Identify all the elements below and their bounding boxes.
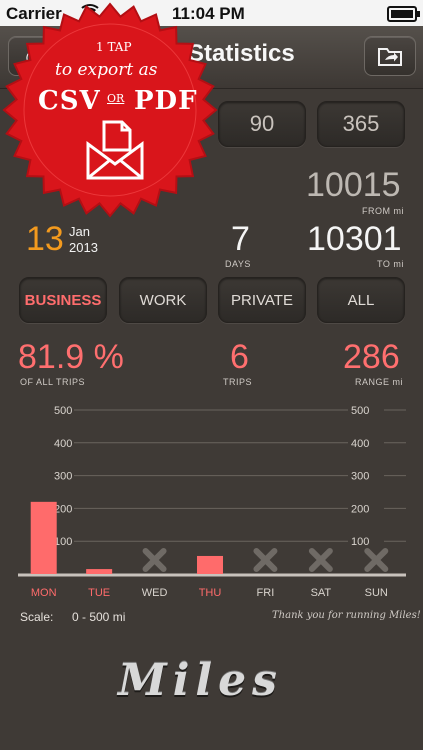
- from-mileage-label: FROM mi: [362, 206, 404, 216]
- y-tick-label-left: 200: [54, 503, 72, 515]
- period-label: 90: [249, 111, 275, 136]
- period-button-365[interactable]: 365: [317, 101, 405, 147]
- x-tick-label-thu: THU: [199, 587, 222, 599]
- bar-mon: [30, 501, 57, 574]
- range-label: RANGE mi: [355, 377, 404, 387]
- period-button-90[interactable]: 90: [218, 101, 306, 147]
- y-tick-label-right: 500: [351, 405, 369, 417]
- days-count: 7: [231, 220, 250, 258]
- y-tick-label-right: 100: [351, 536, 369, 548]
- weekly-distance-chart: 100 100 200 200 300 300 400 400 500 500 MON TUE WED T…: [18, 398, 406, 608]
- y-tick-label-right: 400: [351, 438, 369, 450]
- chart-canvas: 100 100 200 200 300 300 400 400 500 500 MON TUE WED T…: [18, 405, 406, 599]
- bar-tue: [86, 569, 113, 574]
- filter-private-button[interactable]: PRIVATE: [218, 277, 306, 323]
- x-tick-label-wed: WED: [142, 587, 168, 599]
- thank-you-note: Thank you for running Miles!: [272, 610, 421, 621]
- battery-icon: [387, 6, 420, 22]
- to-mileage-label: TO mi: [377, 259, 404, 269]
- y-tick-label-left: 400: [54, 438, 72, 450]
- days-label: DAYS: [225, 259, 251, 269]
- scale-range: 0 - 500 mi: [72, 610, 126, 624]
- filter-label: BUSINESS: [24, 291, 102, 309]
- promo-csv: CSV: [38, 86, 101, 116]
- date-month: Jan: [69, 224, 90, 239]
- y-tick-label-left: 300: [54, 471, 72, 483]
- filter-label: PRIVATE: [231, 291, 293, 309]
- y-tick-label-left: 500: [54, 405, 72, 417]
- filter-work-button[interactable]: WORK: [119, 277, 207, 323]
- x-tick-label-tue: TUE: [88, 587, 110, 599]
- bar-thu: [197, 555, 223, 574]
- percent-of-trips: 81.9 %: [18, 338, 124, 376]
- filter-business-button[interactable]: BUSINESS: [19, 277, 107, 323]
- to-mileage: 10301: [307, 220, 402, 258]
- scale-label: Scale:: [20, 610, 54, 624]
- from-mileage: 10015: [306, 166, 401, 204]
- promo-or: OR: [107, 92, 125, 105]
- y-tick-label-right: 300: [351, 471, 369, 483]
- promo-line-1: 1 TAP: [96, 40, 132, 54]
- filter-label: ALL: [347, 291, 375, 309]
- range-value: 286: [343, 338, 400, 376]
- y-tick-label-right: 200: [351, 503, 369, 515]
- envelope-document-icon: [86, 120, 144, 180]
- promo-pdf: PDF: [134, 86, 198, 116]
- miles-logo: Miles: [118, 655, 283, 706]
- date-year: 2013: [69, 240, 98, 255]
- filter-all-button[interactable]: ALL: [317, 277, 405, 323]
- export-promo-seal[interactable]: 1 TAP to export as CSV OR PDF: [0, 0, 220, 220]
- percent-label: OF ALL TRIPS: [20, 377, 86, 387]
- x-tick-label-mon: MON: [31, 587, 57, 599]
- trips-label: TRIPS: [223, 377, 253, 387]
- export-folder-icon: [378, 48, 402, 66]
- promo-line-2: to export as: [55, 60, 158, 80]
- x-tick-label-fri: FRI: [257, 587, 275, 599]
- export-button[interactable]: [364, 36, 416, 76]
- period-label: 365: [342, 111, 380, 136]
- filter-label: WORK: [139, 291, 187, 309]
- x-tick-label-sat: SAT: [311, 587, 332, 599]
- y-tick-label-left: 100: [54, 536, 72, 548]
- trips-count: 6: [230, 338, 249, 376]
- date-day: 13: [26, 220, 64, 258]
- x-tick-label-sun: SUN: [365, 587, 388, 599]
